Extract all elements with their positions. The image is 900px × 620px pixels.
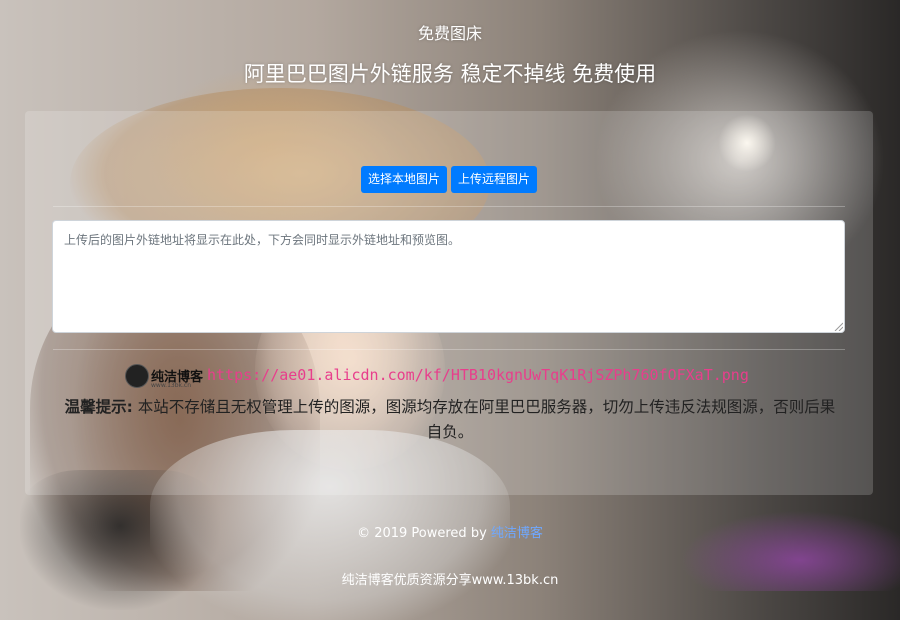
upload-button-row: 选择本地图片 上传远程图片 xyxy=(25,166,873,193)
footer-tagline: 纯洁博客优质资源分享www.13bk.cn xyxy=(341,573,559,588)
logo-avatar-icon xyxy=(125,364,149,388)
logo-subtext: www.13bk.cn xyxy=(151,382,192,389)
upload-panel: 选择本地图片 上传远程图片 纯洁博客 www.13bk.cn https://a… xyxy=(25,111,873,495)
image-url-link[interactable]: https://ae01.alicdn.com/kf/HTB10kgnUwTqK… xyxy=(207,366,749,384)
divider-bottom xyxy=(53,349,845,350)
notice: 温馨提示: 本站不存储且无权管理上传的图源，图源均存放在阿里巴巴服务器，切勿上传… xyxy=(57,395,843,445)
footer-copyright: © 2019 Powered by 纯洁博客 xyxy=(0,522,900,541)
upload-remote-image-button[interactable]: 上传远程图片 xyxy=(451,166,538,193)
blog-logo: 纯洁博客 www.13bk.cn xyxy=(125,364,215,390)
site-title: 免费图床 xyxy=(417,24,482,43)
page-tagline: 阿里巴巴图片外链服务 稳定不掉线 免费使用 xyxy=(243,62,657,86)
notice-label: 温馨提示: xyxy=(64,398,133,416)
notice-text: 本站不存储且无权管理上传的图源，图源均存放在阿里巴巴服务器，切勿上传违反法规图源… xyxy=(132,398,836,441)
select-local-image-button[interactable]: 选择本地图片 xyxy=(360,166,447,193)
copyright-text: © 2019 Powered by xyxy=(357,526,487,541)
blog-link[interactable]: 纯洁博客 xyxy=(491,526,543,541)
divider-top xyxy=(53,206,845,207)
result-url-textarea[interactable] xyxy=(52,220,845,333)
